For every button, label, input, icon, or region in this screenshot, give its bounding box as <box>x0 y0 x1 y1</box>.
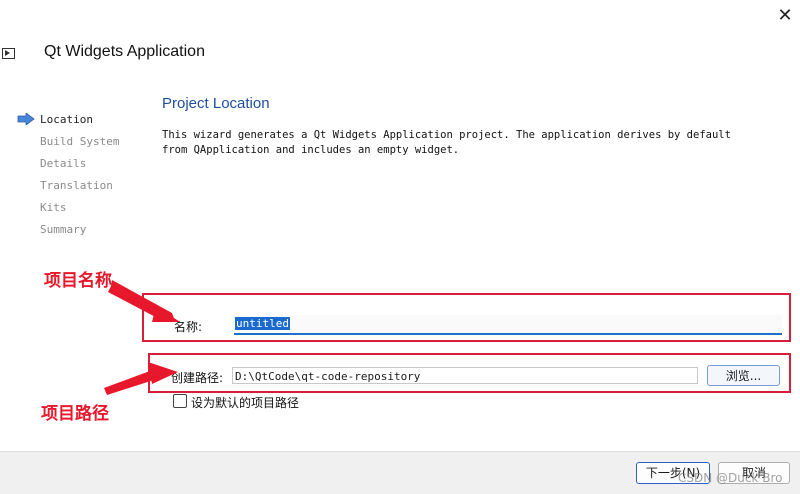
watermark: CSDN @Duck Bro <box>678 471 783 485</box>
annotation-arrows <box>104 280 180 395</box>
name-callout-arrow-icon <box>108 280 180 322</box>
path-callout-arrow-icon <box>104 362 178 395</box>
